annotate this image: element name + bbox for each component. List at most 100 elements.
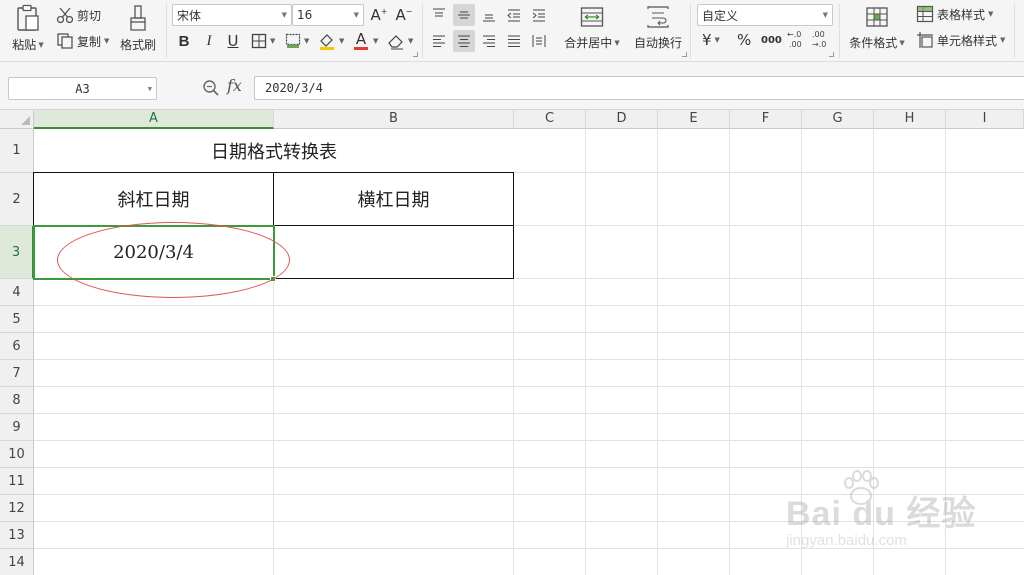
divider bbox=[422, 4, 423, 58]
align-bottom-button[interactable] bbox=[478, 4, 500, 26]
align-center-button[interactable] bbox=[453, 30, 475, 52]
row-header-2[interactable]: 2 bbox=[0, 173, 34, 226]
eraser-icon bbox=[388, 35, 403, 50]
font-color-icon: A bbox=[355, 30, 367, 48]
chevron-down-icon: ▼ bbox=[714, 36, 720, 44]
distributed-button[interactable] bbox=[528, 30, 550, 52]
thousands-button[interactable]: 000 bbox=[761, 30, 782, 50]
indent-icon bbox=[532, 9, 545, 22]
cell-b3[interactable] bbox=[273, 225, 514, 279]
cell-b2[interactable]: 横杠日期 bbox=[273, 172, 514, 226]
row-header-3[interactable]: 3 bbox=[0, 226, 34, 279]
column-header-i[interactable]: I bbox=[946, 110, 1024, 129]
increase-decimal-button[interactable]: ←.0 .00 bbox=[786, 29, 806, 49]
row-header-10[interactable]: 10 bbox=[0, 441, 34, 468]
increase-indent-button[interactable] bbox=[528, 4, 550, 26]
clear-button[interactable] bbox=[385, 30, 407, 52]
decrease-font-button[interactable]: A− bbox=[393, 4, 415, 26]
paste-label: 粘贴 bbox=[12, 38, 37, 52]
row-header-6[interactable]: 6 bbox=[0, 333, 34, 360]
select-all-button[interactable] bbox=[0, 110, 34, 129]
divider bbox=[690, 4, 691, 58]
paste-icon bbox=[17, 4, 39, 31]
italic-icon: I bbox=[206, 32, 212, 49]
column-header-b[interactable]: B bbox=[274, 110, 514, 129]
row-header-13[interactable]: 13 bbox=[0, 522, 34, 549]
cut-button[interactable]: 剪切 bbox=[56, 5, 101, 25]
column-header-c[interactable]: C bbox=[514, 110, 586, 129]
scissors-icon bbox=[56, 7, 74, 24]
percent-button[interactable]: % bbox=[737, 30, 751, 50]
watermark-url: jingyan.baidu.com bbox=[786, 532, 907, 549]
decrease-indent-button[interactable] bbox=[503, 4, 525, 26]
column-header-d[interactable]: D bbox=[586, 110, 658, 129]
watermark-text: Bai du 经验 bbox=[786, 495, 977, 533]
wrap-text-button[interactable]: 自动换行 bbox=[630, 6, 686, 51]
wrap-text-label: 自动换行 bbox=[633, 36, 682, 50]
number-dialog-launcher[interactable] bbox=[829, 52, 834, 57]
justify-button[interactable] bbox=[503, 30, 525, 52]
chevron-down-icon: ▼ bbox=[899, 38, 905, 47]
cell-style-button[interactable]: 单元格样式 ▼ bbox=[916, 30, 1005, 50]
svg-text:.00: .00 bbox=[789, 40, 802, 49]
column-header-a[interactable]: A bbox=[34, 110, 274, 129]
merge-icon bbox=[580, 7, 604, 27]
fx-button[interactable]: fx bbox=[227, 76, 242, 95]
chevron-down-icon: ▼ bbox=[408, 37, 414, 45]
bold-button[interactable]: B bbox=[173, 30, 195, 52]
row-header-11[interactable]: 11 bbox=[0, 468, 34, 495]
align-middle-icon bbox=[458, 11, 470, 19]
column-header-h[interactable]: H bbox=[874, 110, 946, 129]
align-right-button[interactable] bbox=[478, 30, 500, 52]
increase-font-button[interactable]: A+ bbox=[368, 4, 390, 26]
fill-color-button[interactable] bbox=[316, 30, 338, 52]
borders-button[interactable] bbox=[248, 30, 270, 52]
align-right-icon bbox=[483, 35, 495, 47]
name-box[interactable]: A3 ▼ bbox=[8, 77, 157, 100]
underline-button[interactable]: U bbox=[222, 30, 244, 52]
row-header-4[interactable]: 4 bbox=[0, 279, 34, 306]
format-painter-button[interactable]: 格式刷 bbox=[116, 4, 160, 53]
row-header-5[interactable]: 5 bbox=[0, 306, 34, 333]
wrap-text-icon bbox=[647, 6, 669, 28]
font-name-select[interactable]: 宋体 ▼ bbox=[172, 4, 292, 26]
row-header-9[interactable]: 9 bbox=[0, 414, 34, 441]
merge-center-button[interactable]: 合并居中 ▼ bbox=[562, 6, 622, 51]
cell-a2[interactable]: 斜杠日期 bbox=[33, 172, 274, 226]
font-size-select[interactable]: 16 ▼ bbox=[292, 4, 364, 26]
font-dialog-launcher[interactable] bbox=[413, 52, 418, 57]
gridline bbox=[34, 332, 1024, 333]
cell-style-icon bbox=[917, 32, 933, 48]
column-header-g[interactable]: G bbox=[802, 110, 874, 129]
conditional-format-button[interactable]: 条件格式 ▼ bbox=[846, 6, 908, 51]
row-header-1[interactable]: 1 bbox=[0, 129, 34, 173]
row-header-7[interactable]: 7 bbox=[0, 360, 34, 387]
justify-icon bbox=[508, 35, 520, 47]
cell-format-button[interactable] bbox=[282, 30, 304, 52]
table-style-icon bbox=[916, 5, 934, 23]
italic-button[interactable]: I bbox=[198, 30, 220, 52]
paste-button[interactable]: 粘贴 ▼ bbox=[8, 4, 48, 53]
decrease-decimal-button[interactable]: .00 →.0 bbox=[811, 29, 831, 49]
row-header-14[interactable]: 14 bbox=[0, 549, 34, 575]
title-cell[interactable]: 日期格式转换表 bbox=[34, 129, 514, 172]
alignment-dialog-launcher[interactable] bbox=[682, 52, 687, 57]
divider bbox=[166, 4, 167, 58]
cell-format-icon bbox=[285, 33, 301, 48]
column-header-e[interactable]: E bbox=[658, 110, 730, 129]
search-icon[interactable] bbox=[202, 79, 220, 97]
table-style-button[interactable]: 表格样式 ▼ bbox=[916, 4, 993, 24]
decrease-decimal-icon: .00 →.0 bbox=[812, 30, 826, 49]
copy-button[interactable]: 复制 ▼ bbox=[56, 31, 109, 51]
currency-button[interactable]: ¥ ▼ bbox=[702, 30, 720, 50]
align-left-button[interactable] bbox=[428, 30, 450, 52]
row-header-12[interactable]: 12 bbox=[0, 495, 34, 522]
row-header-8[interactable]: 8 bbox=[0, 387, 34, 414]
align-top-button[interactable] bbox=[428, 4, 450, 26]
column-header-f[interactable]: F bbox=[730, 110, 802, 129]
formula-input[interactable]: 2020/3/4 bbox=[254, 76, 1024, 100]
align-middle-button[interactable] bbox=[453, 4, 475, 26]
font-color-button[interactable]: A bbox=[350, 30, 372, 52]
number-format-select[interactable]: 自定义 ▼ bbox=[697, 4, 833, 26]
cell-style-label: 单元格样式 bbox=[937, 33, 998, 48]
